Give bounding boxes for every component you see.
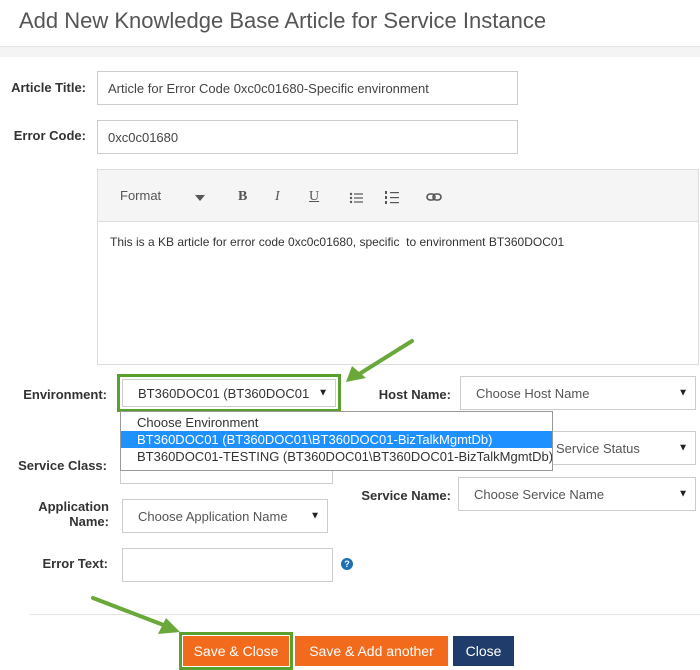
environment-selected-value: BT360DOC01 (BT360DOC01 bbox=[138, 385, 310, 401]
chevron-down-icon: ▼ bbox=[310, 510, 320, 522]
application-name-label-line1: Application bbox=[38, 499, 109, 514]
environment-option-highlighted[interactable]: BT360DOC01 (BT360DOC01\BT360DOC01-BizTal… bbox=[121, 431, 552, 448]
save-add-another-button[interactable]: Save & Add another bbox=[295, 636, 448, 666]
italic-icon[interactable]: I bbox=[275, 189, 280, 205]
chevron-down-icon: ▼ bbox=[678, 488, 688, 500]
close-button[interactable]: Close bbox=[453, 636, 514, 666]
article-title-input[interactable]: Article for Error Code 0xc0c01680-Specif… bbox=[97, 71, 518, 105]
underline-icon[interactable]: U bbox=[309, 189, 319, 205]
annotation-arrow-icon bbox=[346, 339, 414, 382]
environment-option[interactable]: BT360DOC01-TESTING (BT360DOC01\BT360DOC0… bbox=[121, 448, 552, 465]
host-name-label: Host Name: bbox=[378, 387, 451, 402]
bold-icon[interactable]: B bbox=[238, 189, 247, 205]
environment-dropdown-list[interactable]: Choose Environment BT360DOC01 (BT360DOC0… bbox=[120, 411, 553, 471]
host-name-placeholder: Choose Host Name bbox=[476, 385, 590, 401]
format-chevron-down-icon[interactable] bbox=[195, 195, 205, 201]
editor-toolbar: Format B I U bbox=[98, 170, 698, 222]
application-name-select[interactable]: Choose Application Name ▼ bbox=[122, 499, 328, 533]
service-status-placeholder: Service Status bbox=[556, 440, 640, 456]
format-dropdown[interactable]: Format bbox=[120, 188, 161, 203]
save-close-button[interactable]: Save & Close bbox=[183, 636, 289, 666]
environment-option[interactable]: Choose Environment bbox=[121, 414, 552, 431]
application-name-label-line2: Name: bbox=[69, 514, 109, 529]
article-title-label: Article Title: bbox=[11, 80, 86, 95]
help-icon[interactable]: ? bbox=[341, 558, 353, 570]
application-name-placeholder: Choose Application Name bbox=[138, 508, 288, 524]
environment-label: Environment: bbox=[23, 387, 107, 402]
bullet-list-icon[interactable] bbox=[349, 192, 363, 204]
dialog-title: Add New Knowledge Base Article for Servi… bbox=[19, 8, 547, 33]
annotation-arrow-icon bbox=[91, 596, 180, 634]
error-text-label: Error Text: bbox=[42, 556, 109, 571]
error-text-input[interactable] bbox=[122, 548, 333, 582]
error-code-label: Error Code: bbox=[13, 128, 86, 143]
chevron-down-icon: ▼ bbox=[678, 442, 688, 454]
service-name-select[interactable]: Choose Service Name ▼ bbox=[458, 477, 696, 511]
service-name-placeholder: Choose Service Name bbox=[474, 486, 605, 502]
error-code-input[interactable]: 0xc0c01680 bbox=[97, 120, 518, 154]
service-class-label: Service Class: bbox=[18, 458, 107, 473]
title-band bbox=[0, 47, 700, 57]
application-name-label: Application Name: bbox=[0, 499, 109, 529]
host-name-select[interactable]: Choose Host Name ▼ bbox=[460, 376, 696, 410]
link-icon[interactable] bbox=[426, 192, 442, 202]
numbered-list-icon[interactable] bbox=[385, 190, 399, 204]
editor-content[interactable]: This is a KB article for error code 0xc0… bbox=[110, 235, 564, 249]
chevron-down-icon: ▼ bbox=[678, 387, 688, 399]
